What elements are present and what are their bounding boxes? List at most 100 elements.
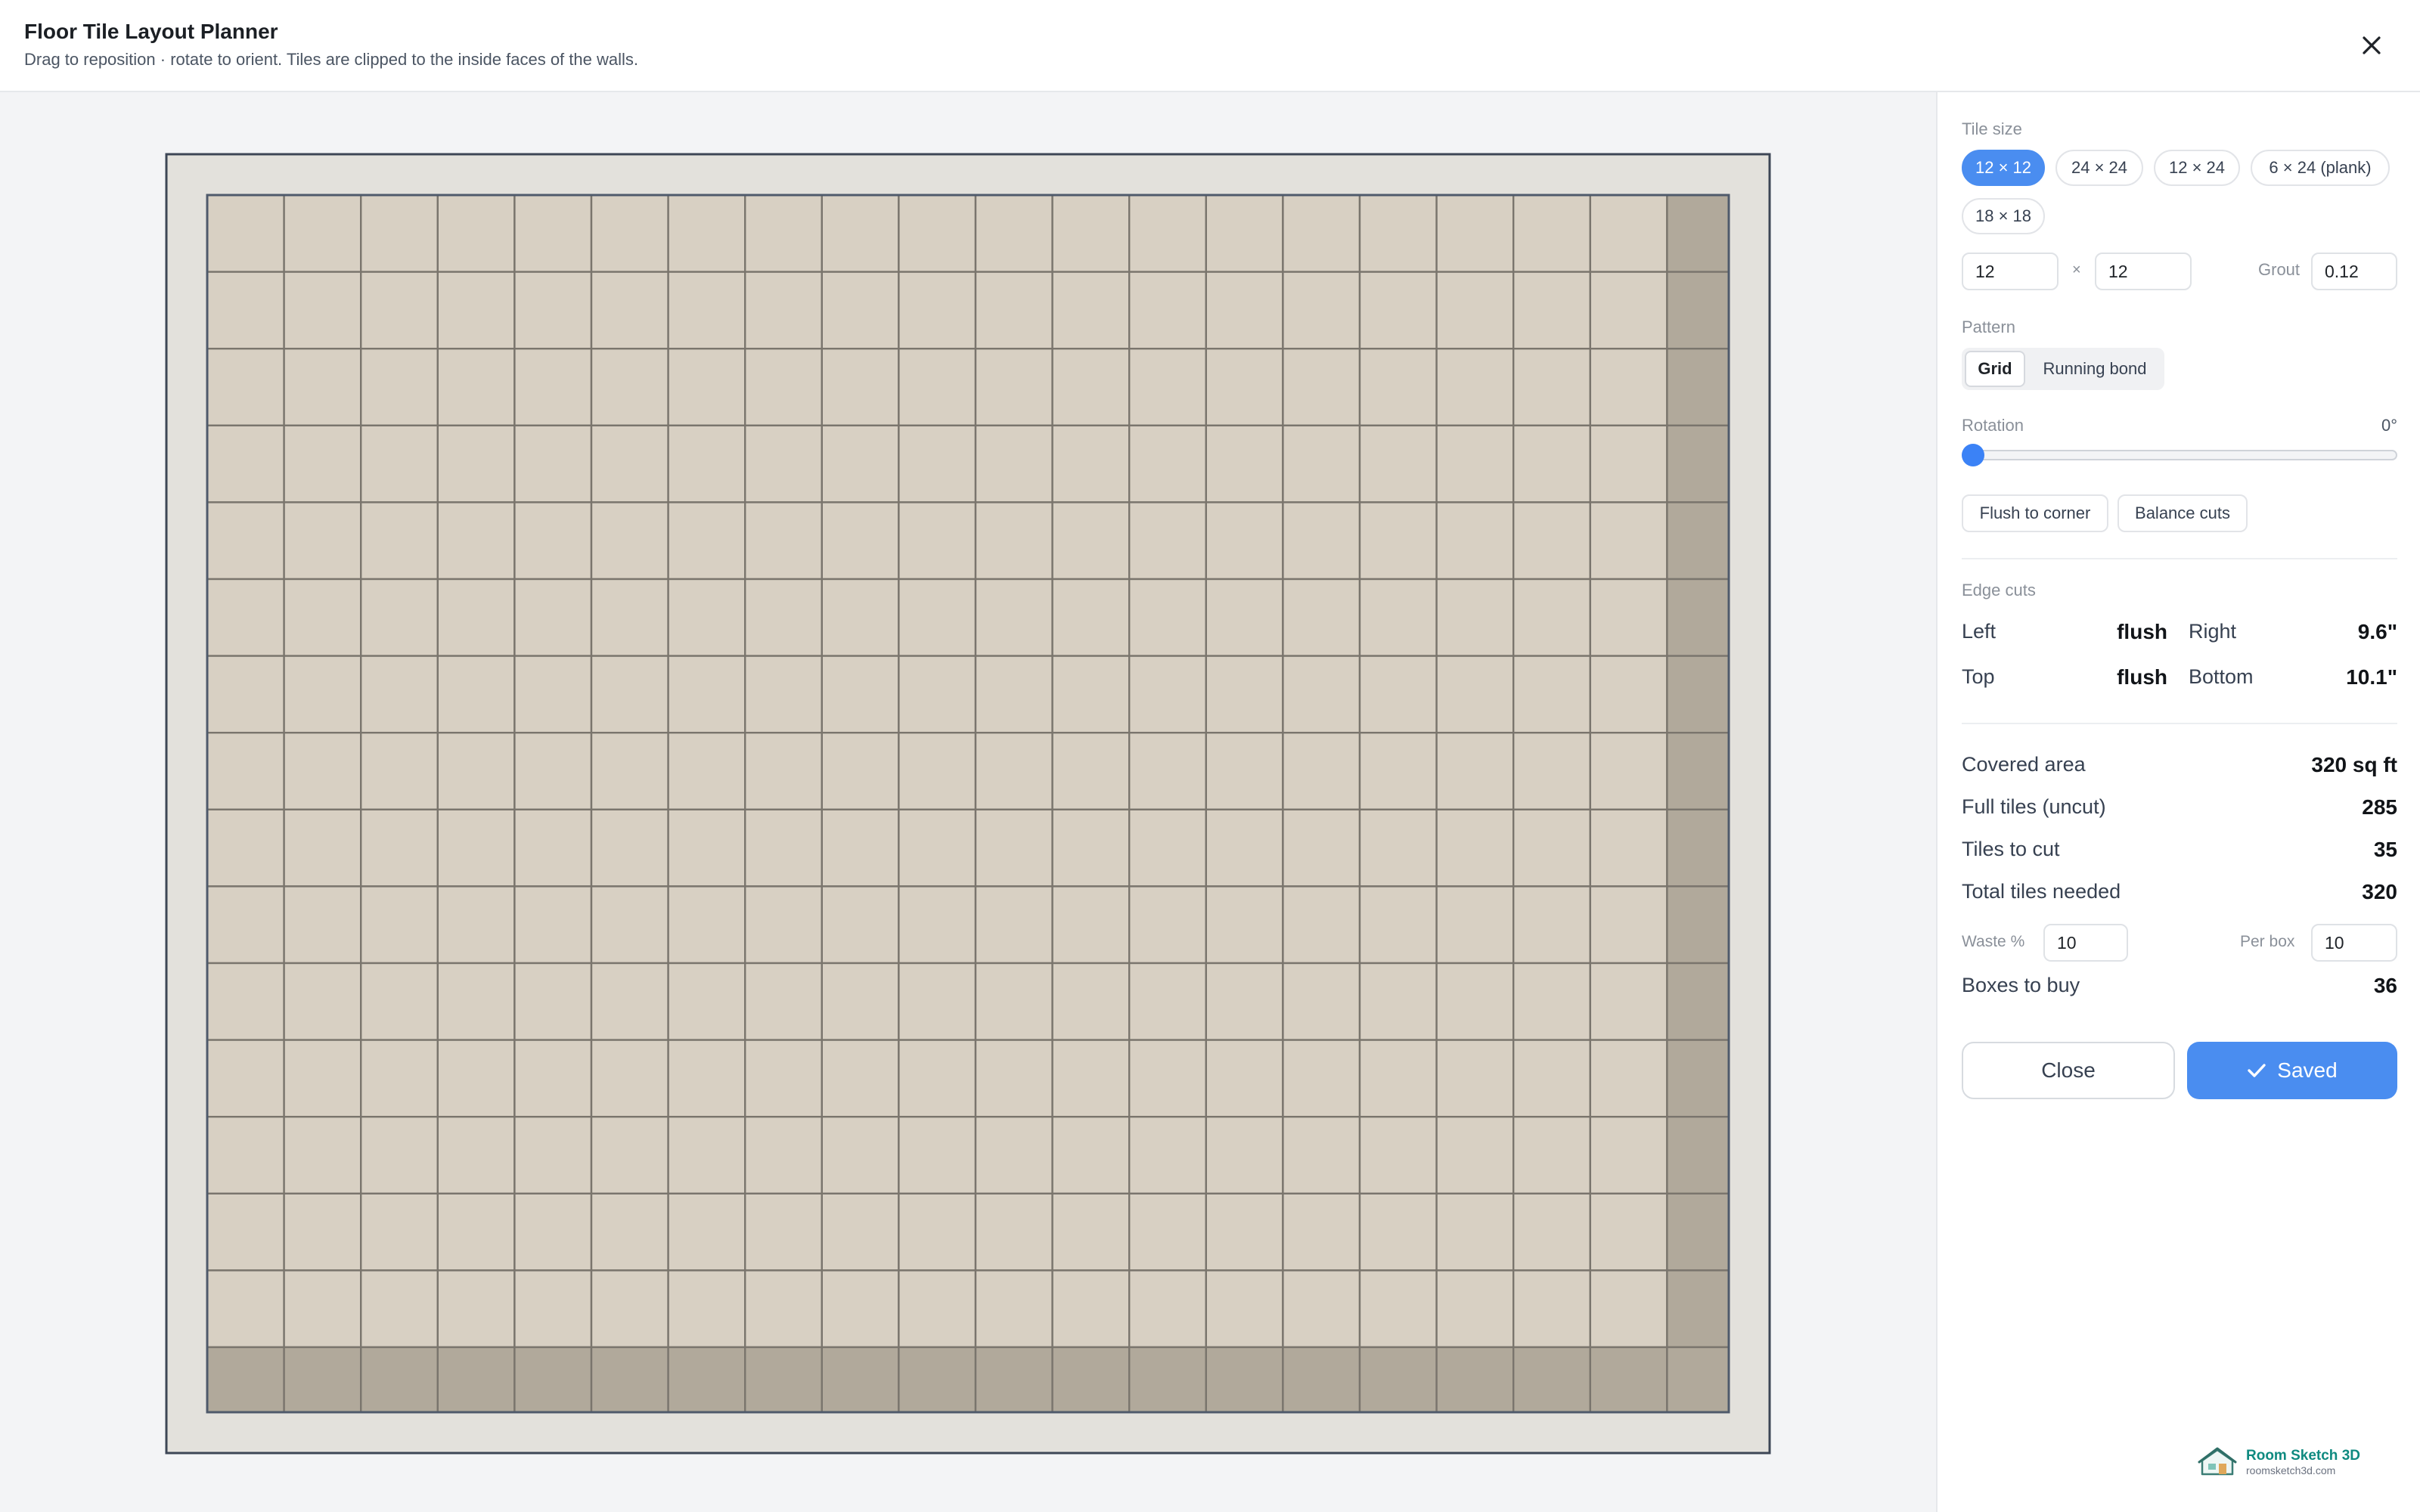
full-tile: [1512, 1269, 1591, 1349]
full-tile: [1205, 194, 1284, 273]
full-tile: [1128, 1192, 1207, 1272]
full-tile: [513, 885, 593, 965]
full-tile: [206, 962, 285, 1041]
rotation-value: 0°: [2381, 416, 2397, 435]
full-tile: [283, 885, 362, 965]
full-tile: [1282, 1115, 1361, 1194]
full-tile: [590, 962, 669, 1041]
full-tile: [206, 808, 285, 888]
per-box-input[interactable]: [2311, 924, 2397, 962]
full-tile: [360, 424, 439, 503]
full-tile: [360, 194, 439, 273]
waste-label: Waste %: [1962, 933, 2025, 950]
waste-input[interactable]: [2043, 924, 2128, 962]
cut-tile: [1666, 1115, 1730, 1194]
full-tile: [1205, 808, 1284, 888]
full-tile: [283, 1192, 362, 1272]
tile-width-input[interactable]: [1962, 253, 2059, 290]
full-tile: [1205, 424, 1284, 503]
full-tile: [206, 348, 285, 427]
full-tile: [898, 732, 977, 811]
full-tile: [206, 578, 285, 657]
full-tile: [821, 655, 900, 734]
full-tile: [1589, 808, 1668, 888]
full-tile: [513, 808, 593, 888]
full-tile: [667, 885, 746, 965]
edge-right-value: 9.6": [2357, 620, 2397, 643]
close-button[interactable]: Close: [1962, 1042, 2175, 1099]
full-tile: [1512, 501, 1591, 581]
tile-size-option-12x24[interactable]: 12 × 24: [2154, 150, 2240, 186]
full-tile: [898, 424, 977, 503]
full-tile: [360, 348, 439, 427]
full-tile: [898, 885, 977, 965]
full-tile: [206, 501, 285, 581]
pattern-option-grid[interactable]: Grid: [1965, 351, 2025, 387]
full-tile: [360, 271, 439, 350]
cut-tile: [1666, 271, 1730, 350]
full-tile: [1282, 348, 1361, 427]
full-tile: [283, 962, 362, 1041]
full-tile: [1512, 1115, 1591, 1194]
full-tile: [1051, 962, 1131, 1041]
tile-size-option-6x24-plank[interactable]: 6 × 24 (plank): [2251, 150, 2390, 186]
tile-grid[interactable]: [206, 194, 1730, 1414]
full-tile: [898, 501, 977, 581]
full-tile: [206, 194, 285, 273]
full-tile: [436, 501, 516, 581]
full-tile: [744, 732, 824, 811]
full-tile: [1512, 271, 1591, 350]
room-plan[interactable]: [0, 92, 1936, 1512]
full-tile: [283, 348, 362, 427]
full-tile: [206, 271, 285, 350]
full-tile: [898, 271, 977, 350]
full-tile: [1205, 962, 1284, 1041]
full-tile: [1205, 732, 1284, 811]
full-tile: [590, 1115, 669, 1194]
saved-button[interactable]: Saved: [2187, 1042, 2397, 1099]
full-tile: [1512, 578, 1591, 657]
tiles-to-cut-value: 35: [2373, 838, 2397, 861]
tile-height-input[interactable]: [2095, 253, 2192, 290]
edge-top-label: Top: [1962, 665, 1995, 688]
cut-tile: [1666, 424, 1730, 503]
close-icon[interactable]: [2353, 27, 2390, 64]
floor-canvas[interactable]: [0, 92, 1936, 1512]
full-tile: [1358, 808, 1438, 888]
full-tile: [1435, 1192, 1515, 1272]
tile-size-option-24x24[interactable]: 24 × 24: [2055, 150, 2143, 186]
full-tile: [1589, 424, 1668, 503]
full-tile: [974, 962, 1053, 1041]
full-tile: [1051, 1039, 1131, 1118]
full-tile: [513, 501, 593, 581]
full-tile: [283, 1269, 362, 1349]
grout-input[interactable]: [2311, 253, 2397, 290]
full-tile: [1358, 885, 1438, 965]
dimension-times: ×: [2072, 262, 2081, 278]
rotation-slider-thumb[interactable]: [1962, 444, 1984, 466]
full-tile: [590, 655, 669, 734]
full-tile: [744, 1269, 824, 1349]
full-tile: [206, 1269, 285, 1349]
full-tile: [1589, 348, 1668, 427]
balance-cuts-button[interactable]: Balance cuts: [2118, 494, 2248, 532]
flush-to-corner-button[interactable]: Flush to corner: [1962, 494, 2108, 532]
full-tile: [667, 732, 746, 811]
pattern-option-running-bond[interactable]: Running bond: [2028, 351, 2161, 387]
full-tile: [1589, 194, 1668, 273]
cut-tile: [1128, 1346, 1207, 1414]
full-tile: [667, 501, 746, 581]
tile-size-option-18x18[interactable]: 18 × 18: [1962, 198, 2045, 234]
full-tile: [898, 348, 977, 427]
full-tile: [667, 1269, 746, 1349]
full-tile: [744, 808, 824, 888]
full-tile: [821, 578, 900, 657]
full-tile: [1282, 424, 1361, 503]
divider: [1962, 723, 2397, 724]
tile-size-option-12x12[interactable]: 12 × 12: [1962, 150, 2045, 186]
full-tile: [1435, 655, 1515, 734]
full-tile: [821, 1039, 900, 1118]
full-tile: [436, 578, 516, 657]
rotation-slider[interactable]: [1962, 450, 2397, 460]
full-tile: [513, 348, 593, 427]
